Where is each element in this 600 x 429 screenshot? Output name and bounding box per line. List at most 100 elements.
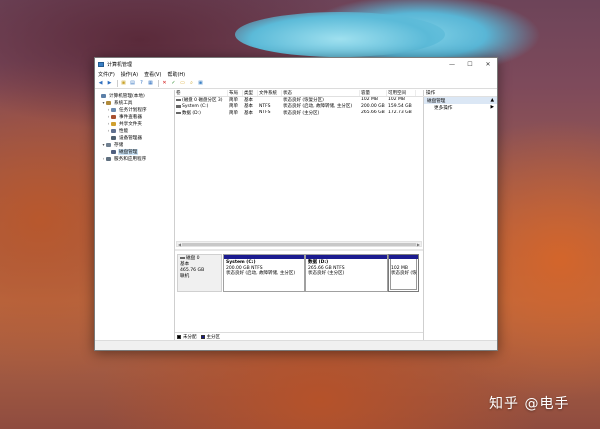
menu-bar: 文件(F) 操作(A) 查看(V) 帮助(H) (95, 70, 497, 79)
menu-action[interactable]: 操作(A) (121, 71, 138, 78)
tree-node-icon (111, 121, 116, 126)
partition-recovery[interactable]: 102 MB 状态良好 (恢 (388, 254, 419, 292)
column-header[interactable]: 文件系统 (258, 90, 282, 96)
close-button[interactable]: ✕ (479, 58, 497, 70)
more-actions[interactable]: 更多操作 ▶ (424, 104, 497, 111)
toolbar-separator (158, 80, 159, 87)
pane-splitter[interactable] (175, 249, 423, 251)
minimize-button[interactable]: — (443, 58, 461, 70)
tree-node-icon (111, 135, 116, 140)
partition-c[interactable]: System (C:) 200.00 GB NTFS 状态良好 (启动, 故障转… (223, 254, 305, 292)
tree-item-label: 任务计划程序 (119, 107, 147, 113)
unallocated-swatch (177, 334, 181, 339)
volume-name: 数据 (D:) (182, 110, 201, 116)
column-header[interactable]: 布局 (228, 90, 243, 96)
primary-partition-swatch (200, 334, 205, 339)
tree-item-label: 共享文件夹 (119, 121, 142, 127)
help-icon[interactable]: ? (138, 80, 145, 87)
volume-cell: 基本 (244, 110, 253, 116)
volume-icon (176, 105, 181, 108)
scroll-right-icon[interactable]: ▶ (417, 242, 420, 247)
volume-cell: NTFS (259, 110, 271, 116)
volume-name: System (C:) (182, 103, 209, 109)
volume-list: 卷布局 类型 文件系统 状态 容量 可用空间 (磁盘 0 磁盘分区 3) 简单 基本 状态良好 … (175, 90, 424, 211)
partition-status: 状态良好 (恢 (391, 271, 417, 276)
menu-view[interactable]: 查看(V) (144, 71, 161, 78)
disk-status: 联机 (180, 274, 190, 279)
column-header[interactable]: 可用空间 (387, 90, 416, 96)
tree-node-icon (111, 107, 116, 112)
disk-management-pane: 卷布局 类型 文件系统 状态 容量 可用空间 (磁盘 0 磁盘分区 3) 简单 基本 状态良好 … (175, 90, 424, 340)
legend-unallocated: 未分配 (183, 334, 197, 340)
collapse-arrow-icon[interactable]: ▲ (490, 98, 494, 103)
volume-cell: 172.73 GB (388, 110, 412, 116)
up-folder-icon[interactable]: ▣ (120, 80, 127, 87)
toolbar-separator (117, 80, 118, 87)
tree-node-icon (106, 156, 111, 161)
scroll-left-icon[interactable]: ◀ (178, 242, 181, 247)
tree-item[interactable]: › 服务和应用程序 (95, 155, 174, 162)
column-header[interactable]: 状态 (282, 90, 360, 96)
column-header[interactable]: 容量 (360, 90, 387, 96)
actions-section-label: 磁盘管理 (427, 98, 446, 104)
volume-cell: 数据 (D:) (175, 110, 228, 117)
status-bar (95, 340, 497, 350)
legend: 未分配 主分区 (175, 332, 423, 340)
menu-file[interactable]: 文件(F) (98, 71, 115, 78)
tree-item[interactable]: › 共享文件夹 (95, 120, 174, 127)
tree-item[interactable]: › 任务计划程序 (95, 106, 174, 113)
computer-management-window: 计算机管理 — ☐ ✕ 文件(F) 操作(A) 查看(V) 帮助(H) ◀ ▶ ▣ ▤… (94, 57, 498, 351)
volume-list-body: (磁盘 0 磁盘分区 3) 简单 基本 状态良好 (恢复分区) 102 MB 102 MB… (175, 97, 424, 117)
tree-item[interactable]: › 性能 (95, 127, 174, 134)
watermark: 知乎 @电手 (489, 396, 570, 412)
export-icon[interactable]: ▣ (197, 80, 204, 87)
tree-item[interactable]: 磁盘管理 (95, 148, 174, 155)
navigation-tree: 计算机管理(本地) ▾ 系统工具 › 任务计划程序 › 事件查看器 › 共享文件夹 › 性能 设备管理… (95, 90, 175, 340)
disk-name-text: 磁盘 0 (186, 256, 200, 261)
volume-cell: 简单 (229, 110, 238, 116)
volume-cell: 状态良好 (主分区) (283, 110, 320, 116)
tree-item-label: 设备管理器 (119, 135, 142, 141)
partition-d[interactable]: 数据 (D:) 265.66 GB NTFS 状态良好 (主分区) (305, 254, 388, 292)
check-icon[interactable]: ✓ (170, 80, 177, 87)
maximize-button[interactable]: ☐ (461, 58, 479, 70)
scroll-thumb[interactable] (182, 243, 416, 246)
tree-item[interactable]: › 事件查看器 (95, 113, 174, 120)
disk-map: 磁盘 0 基本 465.76 GB 联机 System (C:) 200.00 … (175, 254, 423, 299)
folder-open-icon[interactable]: ▭ (179, 80, 186, 87)
tree-item-label: 存储 (114, 142, 124, 148)
properties-icon[interactable]: ▤ (129, 80, 136, 87)
volume-name: (磁盘 0 磁盘分区 3) (182, 97, 223, 103)
forward-arrow-icon[interactable]: ▶ (106, 80, 113, 87)
main-content: 计算机管理(本地) ▾ 系统工具 › 任务计划程序 › 事件查看器 › 共享文件夹 › 性能 设备管理… (95, 90, 497, 340)
tree-node-icon (111, 128, 116, 133)
partition-status: 状态良好 (主分区) (308, 271, 345, 276)
tree-item[interactable]: 计算机管理(本地) (95, 92, 174, 99)
volume-icon (176, 111, 181, 114)
back-arrow-icon[interactable]: ◀ (97, 80, 104, 87)
sky-opening (235, 12, 445, 57)
legend-primary: 主分区 (206, 334, 221, 340)
actions-section-disk-management[interactable]: 磁盘管理 ▲ (424, 97, 497, 104)
tree-item-label: 计算机管理(本地) (109, 93, 145, 99)
partition-status: 状态良好 (启动, 故障转储, 主分区) (226, 271, 296, 276)
volume-row[interactable]: 数据 (D:) 简单 基本 NTFS 状态良好 (主分区) 265.66 GB 172.73… (175, 110, 424, 117)
disk-0-label[interactable]: 磁盘 0 基本 465.76 GB 联机 (177, 254, 222, 292)
tree-node-icon (101, 93, 106, 98)
delete-icon[interactable]: ✕ (161, 80, 168, 87)
tree-item[interactable]: ▾ 系统工具 (95, 99, 174, 106)
column-header[interactable]: 卷 (175, 90, 228, 96)
search-icon[interactable]: ⌕ (188, 80, 195, 87)
window-controls: — ☐ ✕ (443, 58, 497, 70)
tree-item-label: 性能 (119, 128, 129, 134)
volume-icon (176, 98, 181, 101)
column-header[interactable]: 类型 (243, 90, 258, 96)
menu-help[interactable]: 帮助(H) (167, 71, 185, 78)
view-icon[interactable]: ▦ (147, 80, 154, 87)
tree-item[interactable]: 设备管理器 (95, 134, 174, 141)
tree-node-icon (111, 114, 116, 119)
title-bar: 计算机管理 — ☐ ✕ (95, 58, 497, 70)
tree-item[interactable]: ▾ 存储 (95, 141, 174, 148)
horizontal-scrollbar[interactable]: ◀ ▶ (176, 241, 422, 247)
tree-item-label: 服务和应用程序 (114, 156, 147, 162)
